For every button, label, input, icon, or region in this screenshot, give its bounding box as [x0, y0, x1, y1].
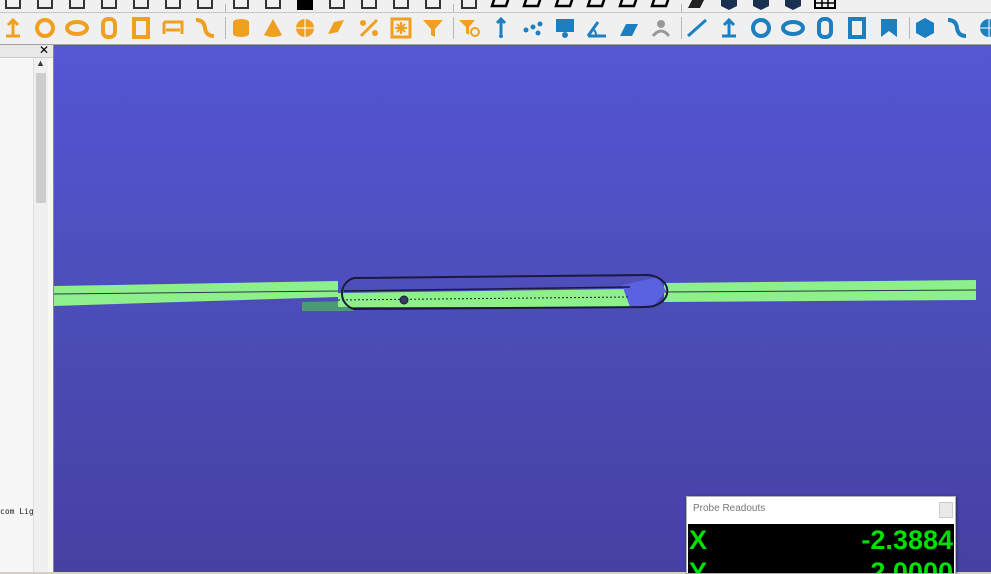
scroll-thumb[interactable] — [36, 73, 46, 203]
sphere-icon[interactable] — [976, 16, 991, 40]
curve-icon[interactable] — [944, 16, 970, 40]
solid-icon[interactable] — [748, 0, 774, 12]
toolbar-separator — [681, 17, 682, 39]
readout-axis: X — [689, 525, 708, 555]
vector-icon[interactable] — [716, 16, 742, 40]
view-icon[interactable] — [552, 0, 578, 12]
plane-icon[interactable] — [684, 0, 710, 12]
vector-icon[interactable] — [0, 16, 26, 40]
circle-icon[interactable] — [32, 16, 58, 40]
cylinder-body — [338, 289, 630, 307]
toolbar-separator — [681, 4, 682, 12]
plane-icon[interactable] — [616, 16, 642, 40]
curve-icon[interactable] — [192, 16, 218, 40]
hexagon-icon[interactable] — [912, 16, 938, 40]
probe-move-icon[interactable] — [192, 0, 218, 12]
left-panel-scrollbar[interactable]: ▲ — [33, 58, 48, 572]
ellipse-icon[interactable] — [64, 16, 90, 40]
toolbar-row-1 — [0, 0, 991, 13]
left-panel-header: ✕ — [0, 43, 53, 58]
square-slot-icon[interactable] — [128, 16, 154, 40]
slot-icon[interactable] — [96, 16, 122, 40]
point-icon[interactable] — [488, 16, 514, 40]
table-icon[interactable] — [812, 0, 838, 12]
square-slot-icon[interactable] — [844, 16, 870, 40]
probe-readouts-body: X -2.3884 Y 2.0000 — [688, 524, 954, 573]
view-icon[interactable] — [520, 0, 546, 12]
view-icon[interactable] — [488, 0, 514, 12]
toolbar-separator — [453, 17, 454, 39]
readout-row-y: Y 2.0000 — [688, 556, 954, 573]
probe-readouts-window[interactable]: Probe Readouts X -2.3884 Y 2.0000 — [686, 496, 956, 574]
blank-icon[interactable] — [32, 0, 58, 12]
fork-icon[interactable] — [420, 0, 446, 12]
cylinder-icon[interactable] — [228, 16, 254, 40]
lock-icon[interactable] — [292, 0, 318, 12]
view-icon[interactable] — [584, 0, 610, 12]
undo-icon[interactable] — [260, 0, 286, 12]
filter-icon[interactable] — [420, 16, 446, 40]
toolbar-row-2 — [0, 13, 991, 45]
ellipse-icon[interactable] — [780, 16, 806, 40]
toolbar-separator — [225, 17, 226, 39]
branch-icon[interactable] — [324, 0, 350, 12]
grid-icon[interactable] — [0, 0, 26, 12]
left-panel: ✕ ▲ com Lig — [0, 43, 54, 572]
probe-axis-icon[interactable] — [160, 0, 186, 12]
circle-icon[interactable] — [748, 16, 774, 40]
person-icon[interactable] — [648, 16, 674, 40]
solid-icon[interactable] — [716, 0, 742, 12]
cad-scene — [54, 273, 977, 311]
scroll-up-icon[interactable]: ▲ — [36, 58, 45, 68]
cad-viewport[interactable] — [54, 45, 991, 572]
close-icon[interactable]: ✕ — [39, 43, 49, 57]
move-icon[interactable] — [128, 0, 154, 12]
symmetry-icon[interactable] — [388, 16, 414, 40]
left-panel-text: com Lig — [0, 507, 33, 516]
trace-icon[interactable] — [228, 0, 254, 12]
view-icon[interactable] — [616, 0, 642, 12]
config-icon[interactable] — [64, 0, 90, 12]
angle-icon[interactable] — [584, 16, 610, 40]
sphere-icon[interactable] — [292, 16, 318, 40]
filter-settings-icon[interactable] — [456, 16, 482, 40]
readout-axis: Y — [689, 557, 708, 573]
scatter-icon[interactable] — [520, 16, 546, 40]
readout-value: 2.0000 — [870, 557, 953, 573]
toolbar-separator — [909, 17, 910, 39]
calc-icon[interactable] — [96, 0, 122, 12]
branch-icon[interactable] — [356, 0, 382, 12]
window-button[interactable] — [939, 502, 953, 518]
surface-icon[interactable] — [324, 16, 350, 40]
line-icon[interactable] — [684, 16, 710, 40]
list-icon[interactable] — [456, 0, 482, 12]
flag-icon[interactable] — [876, 16, 902, 40]
width-icon[interactable] — [160, 16, 186, 40]
cylinder-origin-point — [399, 295, 409, 305]
toolbar-separator — [225, 4, 226, 12]
percent-icon[interactable] — [356, 16, 382, 40]
probe-readouts-title: Probe Readouts — [693, 503, 766, 514]
solid-icon[interactable] — [780, 0, 806, 12]
cone-icon[interactable] — [260, 16, 286, 40]
view-icon[interactable] — [648, 0, 674, 12]
readout-row-x: X -2.3884 — [688, 524, 954, 556]
fork-icon[interactable] — [388, 0, 414, 12]
monitor-icon[interactable] — [552, 16, 578, 40]
toolbar-separator — [453, 4, 454, 12]
readout-value: -2.3884 — [861, 525, 953, 555]
slot-icon[interactable] — [812, 16, 838, 40]
